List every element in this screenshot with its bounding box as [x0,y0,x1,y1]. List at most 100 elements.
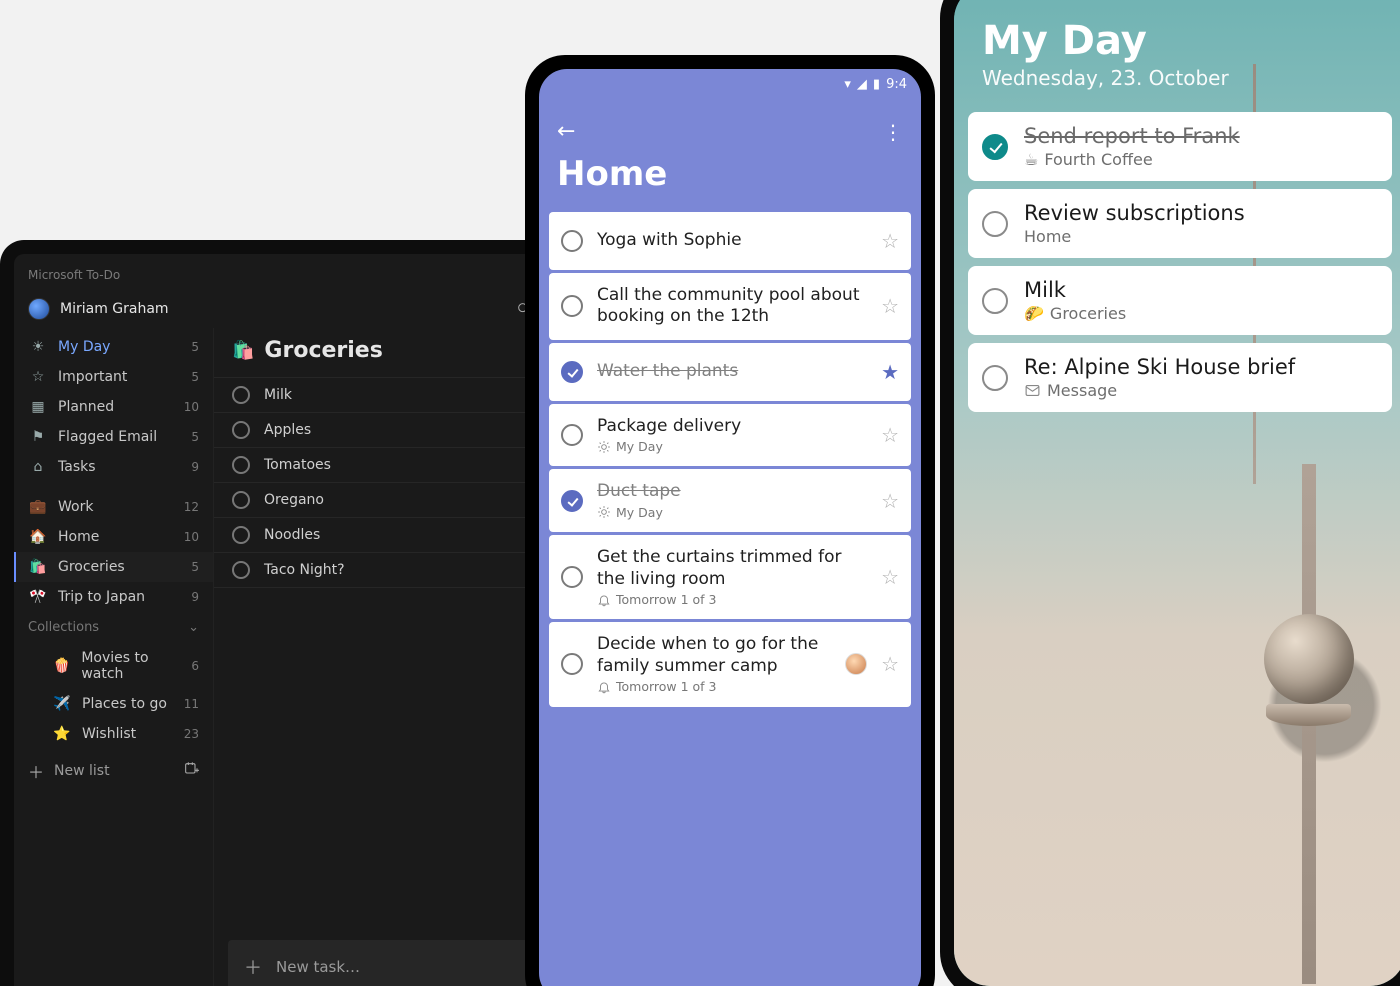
checkbox-icon[interactable] [561,490,583,512]
task-row[interactable]: Call the community pool about booking on… [549,273,911,340]
task-row[interactable]: Noodles [214,517,546,552]
task-row[interactable]: Get the curtains trimmed for the living … [549,535,911,619]
checkbox-icon[interactable] [561,361,583,383]
avatar[interactable] [28,298,50,320]
sidebar-item-wishlist[interactable]: ⭐ Wishlist 23 [38,719,213,749]
assignee-avatar[interactable] [845,653,867,675]
new-list-button[interactable]: ＋ New list [14,749,213,793]
star-icon[interactable]: ☆ [881,565,899,589]
tower-sphere [1264,614,1354,704]
task-row[interactable]: Decide when to go for the family summer … [549,622,911,706]
sidebar-item-trip-to-japan[interactable]: 🎌 Trip to Japan 9 [14,582,213,612]
checkbox-icon[interactable] [561,295,583,317]
task-row[interactable]: Duct tape My Day ☆ [549,469,911,532]
task-row[interactable]: Milk [214,377,546,412]
task-title: Oregano [264,492,324,508]
task-row[interactable]: Review subscriptions Home [968,189,1392,258]
task-row[interactable]: Water the plants ★ [549,343,911,401]
sidebar-item-label: Movies to watch [81,650,191,682]
checkbox-icon[interactable] [561,424,583,446]
checkbox-icon[interactable] [561,230,583,252]
back-button[interactable]: ← [557,119,575,144]
bell-icon [597,593,611,607]
sidebar-item-tasks[interactable]: ⌂ Tasks 9 [14,452,213,482]
task-subtitle: My Day [597,439,867,455]
task-row[interactable]: Yoga with Sophie ☆ [549,212,911,270]
checkbox-icon[interactable] [561,566,583,588]
star-icon[interactable]: ☆ [881,489,899,513]
checkbox-icon[interactable] [232,561,250,579]
sidebar-item-count: 12 [184,500,199,514]
sun-icon [597,440,611,454]
sidebar-item-label: Important [58,369,127,385]
list-icon: ☆ [28,369,48,385]
sidebar-item-groceries[interactable]: 🛍️ Groceries 5 [14,552,213,582]
task-row[interactable]: Milk 🌮Groceries [968,266,1392,335]
username[interactable]: Miriam Graham [60,301,516,317]
status-bar: ▾ ◢ ▮ 9:4 [830,69,921,100]
sidebar-item-movies-to-watch[interactable]: 🍿 Movies to watch 6 [38,643,213,689]
task-subtitle: My Day [597,505,867,521]
task-title: Review subscriptions [1024,201,1378,225]
sidebar-item-label: Planned [58,399,114,415]
checkbox-icon[interactable] [982,365,1008,391]
sidebar-item-planned[interactable]: ▦ Planned 10 [14,392,213,422]
task-subtitle: Home [1024,227,1378,246]
task-title: Water the plants [597,361,867,382]
checkbox-icon[interactable] [232,421,250,439]
new-task-input[interactable]: ＋ New task… [228,940,532,986]
checkbox-icon[interactable] [982,211,1008,237]
star-icon[interactable]: ☆ [881,652,899,676]
task-row[interactable]: Package delivery My Day ☆ [549,404,911,467]
checkbox-icon[interactable] [232,491,250,509]
task-row[interactable]: Oregano [214,482,546,517]
task-subtitle: 🌮Groceries [1024,304,1378,323]
checkbox-icon[interactable] [232,386,250,404]
mail-icon [1024,382,1041,399]
task-row[interactable]: Send report to Frank ☕Fourth Coffee [968,112,1392,181]
sidebar-item-count: 9 [191,460,199,474]
checkbox-icon[interactable] [982,134,1008,160]
main-column: 🛍️ Groceries Milk Apples Tomatoes Oregan… [214,328,546,986]
new-group-icon[interactable] [183,761,199,781]
more-button[interactable]: ⋮ [883,120,903,144]
star-icon[interactable]: ☆ [881,294,899,318]
collections-header[interactable]: Collections ⌄ [14,612,213,643]
list-title-icon: 🛍️ [232,340,254,361]
star-icon[interactable]: ★ [881,360,899,384]
sidebar-item-home[interactable]: 🏠 Home 10 [14,522,213,552]
sidebar-item-count: 5 [191,560,199,574]
sidebar-item-work[interactable]: 💼 Work 12 [14,492,213,522]
task-title: Milk [1024,278,1378,302]
list-icon: ⌂ [28,459,48,475]
tower-deck [1266,704,1351,726]
sidebar-item-flagged-email[interactable]: ⚑ Flagged Email 5 [14,422,213,452]
sidebar-item-label: Home [58,529,99,545]
task-title: Taco Night? [264,562,345,578]
sidebar-item-important[interactable]: ☆ Important 5 [14,362,213,392]
task-subtitle: Message [1024,381,1378,400]
iphone-device: My Day Wednesday, 23. October Send repor… [940,0,1400,986]
checkbox-icon[interactable] [232,456,250,474]
checkbox-icon[interactable] [982,288,1008,314]
checkbox-icon[interactable] [561,653,583,675]
task-row[interactable]: Taco Night? [214,552,546,588]
sidebar-item-count: 5 [191,340,199,354]
task-row[interactable]: Tomatoes [214,447,546,482]
sidebar-item-label: Groceries [58,559,125,575]
list-title: Home [539,148,921,212]
list-icon: 💼 [28,499,48,515]
task-subtitle: Tomorrow 1 of 3 [597,592,867,608]
task-row[interactable]: Apples [214,412,546,447]
sidebar-item-my-day[interactable]: ☀ My Day 5 [14,332,213,362]
chevron-down-icon: ⌄ [188,620,199,635]
task-title: Send report to Frank [1024,124,1378,148]
emoji-icon: 🌮 [1024,304,1044,323]
task-row[interactable]: Re: Alpine Ski House brief Message [968,343,1392,412]
star-icon[interactable]: ☆ [881,423,899,447]
checkbox-icon[interactable] [232,526,250,544]
task-subtitle: Tomorrow 1 of 3 [597,679,831,695]
sidebar-item-label: Wishlist [82,726,136,742]
star-icon[interactable]: ☆ [881,229,899,253]
sidebar-item-places-to-go[interactable]: ✈️ Places to go 11 [38,689,213,719]
